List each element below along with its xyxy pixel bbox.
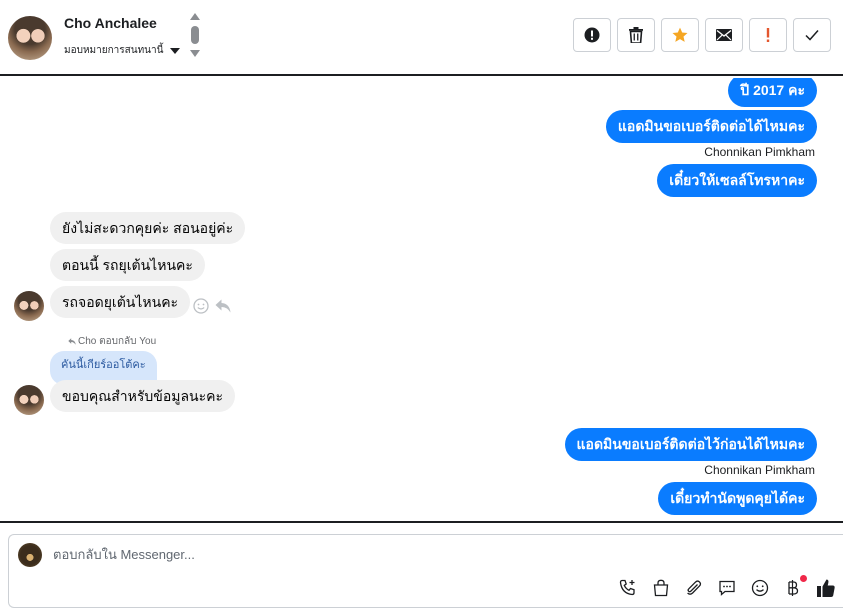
composer-tools	[617, 575, 837, 599]
mark-spam-button[interactable]	[573, 18, 611, 52]
message-actions	[193, 298, 231, 314]
scroll-up-icon[interactable]	[190, 13, 200, 20]
reply-icon[interactable]	[215, 299, 231, 313]
chat-bubble-icon	[719, 580, 735, 596]
scroll-down-icon[interactable]	[190, 50, 200, 57]
conversation-header: Cho Anchalee มอบหมายการสนทนานี้	[0, 0, 843, 76]
incoming-message[interactable]: ยังไม่สะดวกคุยค่ะ สอนอยู่ค่ะ	[50, 212, 246, 244]
outgoing-message[interactable]: แอดมินขอเบอร์ติดต่อไว้ก่อนได้ไหมคะ	[564, 428, 817, 461]
sender-name: Chonnikan Pimkham	[704, 145, 815, 159]
attach-button[interactable]	[683, 577, 705, 599]
outgoing-message[interactable]: เดี๋ยวทำนัดพูดคุยได้คะ	[658, 482, 817, 515]
reply-arrow-icon	[68, 338, 76, 345]
smiley-icon	[751, 579, 769, 597]
reply-input[interactable]	[53, 547, 653, 562]
check-icon	[805, 30, 819, 41]
star-icon	[672, 27, 688, 42]
message-thread[interactable]: ปี 2017 คะ แอดมินขอเบอร์ติดต่อได้ไหมคะ C…	[0, 78, 843, 521]
assign-label: มอบหมายการสนทนานี้	[64, 45, 164, 56]
message-composer	[8, 534, 843, 608]
alert-circle-icon	[584, 27, 600, 43]
outgoing-message[interactable]: เดี๋ยวให้เซลล์โทรหาคะ	[657, 164, 817, 197]
reply-indicator: Cho ตอบกลับ You	[68, 334, 156, 349]
outgoing-message[interactable]: แอดมินขอเบอร์ติดต่อได้ไหมคะ	[605, 110, 817, 143]
caret-down-icon	[170, 47, 181, 54]
incoming-message[interactable]: ขอบคุณสำหรับข้อมูลนะคะ	[50, 380, 236, 412]
reply-note-text: Cho ตอบกลับ You	[78, 336, 157, 347]
contact-avatar-small	[14, 385, 44, 415]
incoming-message[interactable]: รถจอดยุเต้นไหนคะ	[50, 286, 191, 318]
incoming-message[interactable]: ตอนนี้ รถยุเต้นไหนคะ	[50, 249, 205, 281]
envelope-icon	[716, 29, 732, 41]
emoji-reaction-icon[interactable]	[193, 298, 209, 314]
mark-unread-button[interactable]	[705, 18, 743, 52]
assign-conversation-dropdown[interactable]: มอบหมายการสนทนานี้	[64, 43, 181, 58]
delete-button[interactable]	[617, 18, 655, 52]
contact-name[interactable]: Cho Anchalee	[64, 15, 157, 31]
thumbs-up-icon	[817, 579, 835, 597]
payment-button[interactable]	[782, 575, 807, 599]
emoji-button[interactable]	[749, 577, 771, 599]
header-scroller[interactable]	[189, 13, 201, 59]
exclamation-icon	[766, 28, 770, 42]
shop-button[interactable]	[650, 577, 672, 599]
contact-avatar[interactable]	[8, 16, 52, 60]
scroll-thumb[interactable]	[191, 26, 199, 44]
phone-plus-icon	[619, 579, 635, 596]
star-button[interactable]	[661, 18, 699, 52]
page-avatar	[18, 543, 42, 567]
shopping-bag-icon	[653, 579, 669, 597]
divider	[0, 521, 843, 523]
header-actions	[573, 18, 831, 52]
call-button[interactable]	[617, 577, 639, 599]
notification-dot	[800, 575, 807, 582]
sender-name: Chonnikan Pimkham	[704, 463, 815, 477]
trash-icon	[629, 27, 643, 43]
follow-up-button[interactable]	[749, 18, 787, 52]
baht-icon	[788, 580, 799, 596]
saved-replies-button[interactable]	[716, 577, 738, 599]
like-button[interactable]	[815, 577, 837, 599]
paperclip-icon	[687, 580, 702, 595]
outgoing-message[interactable]: ปี 2017 คะ	[728, 78, 817, 107]
mark-done-button[interactable]	[793, 18, 831, 52]
contact-avatar-small	[14, 291, 44, 321]
